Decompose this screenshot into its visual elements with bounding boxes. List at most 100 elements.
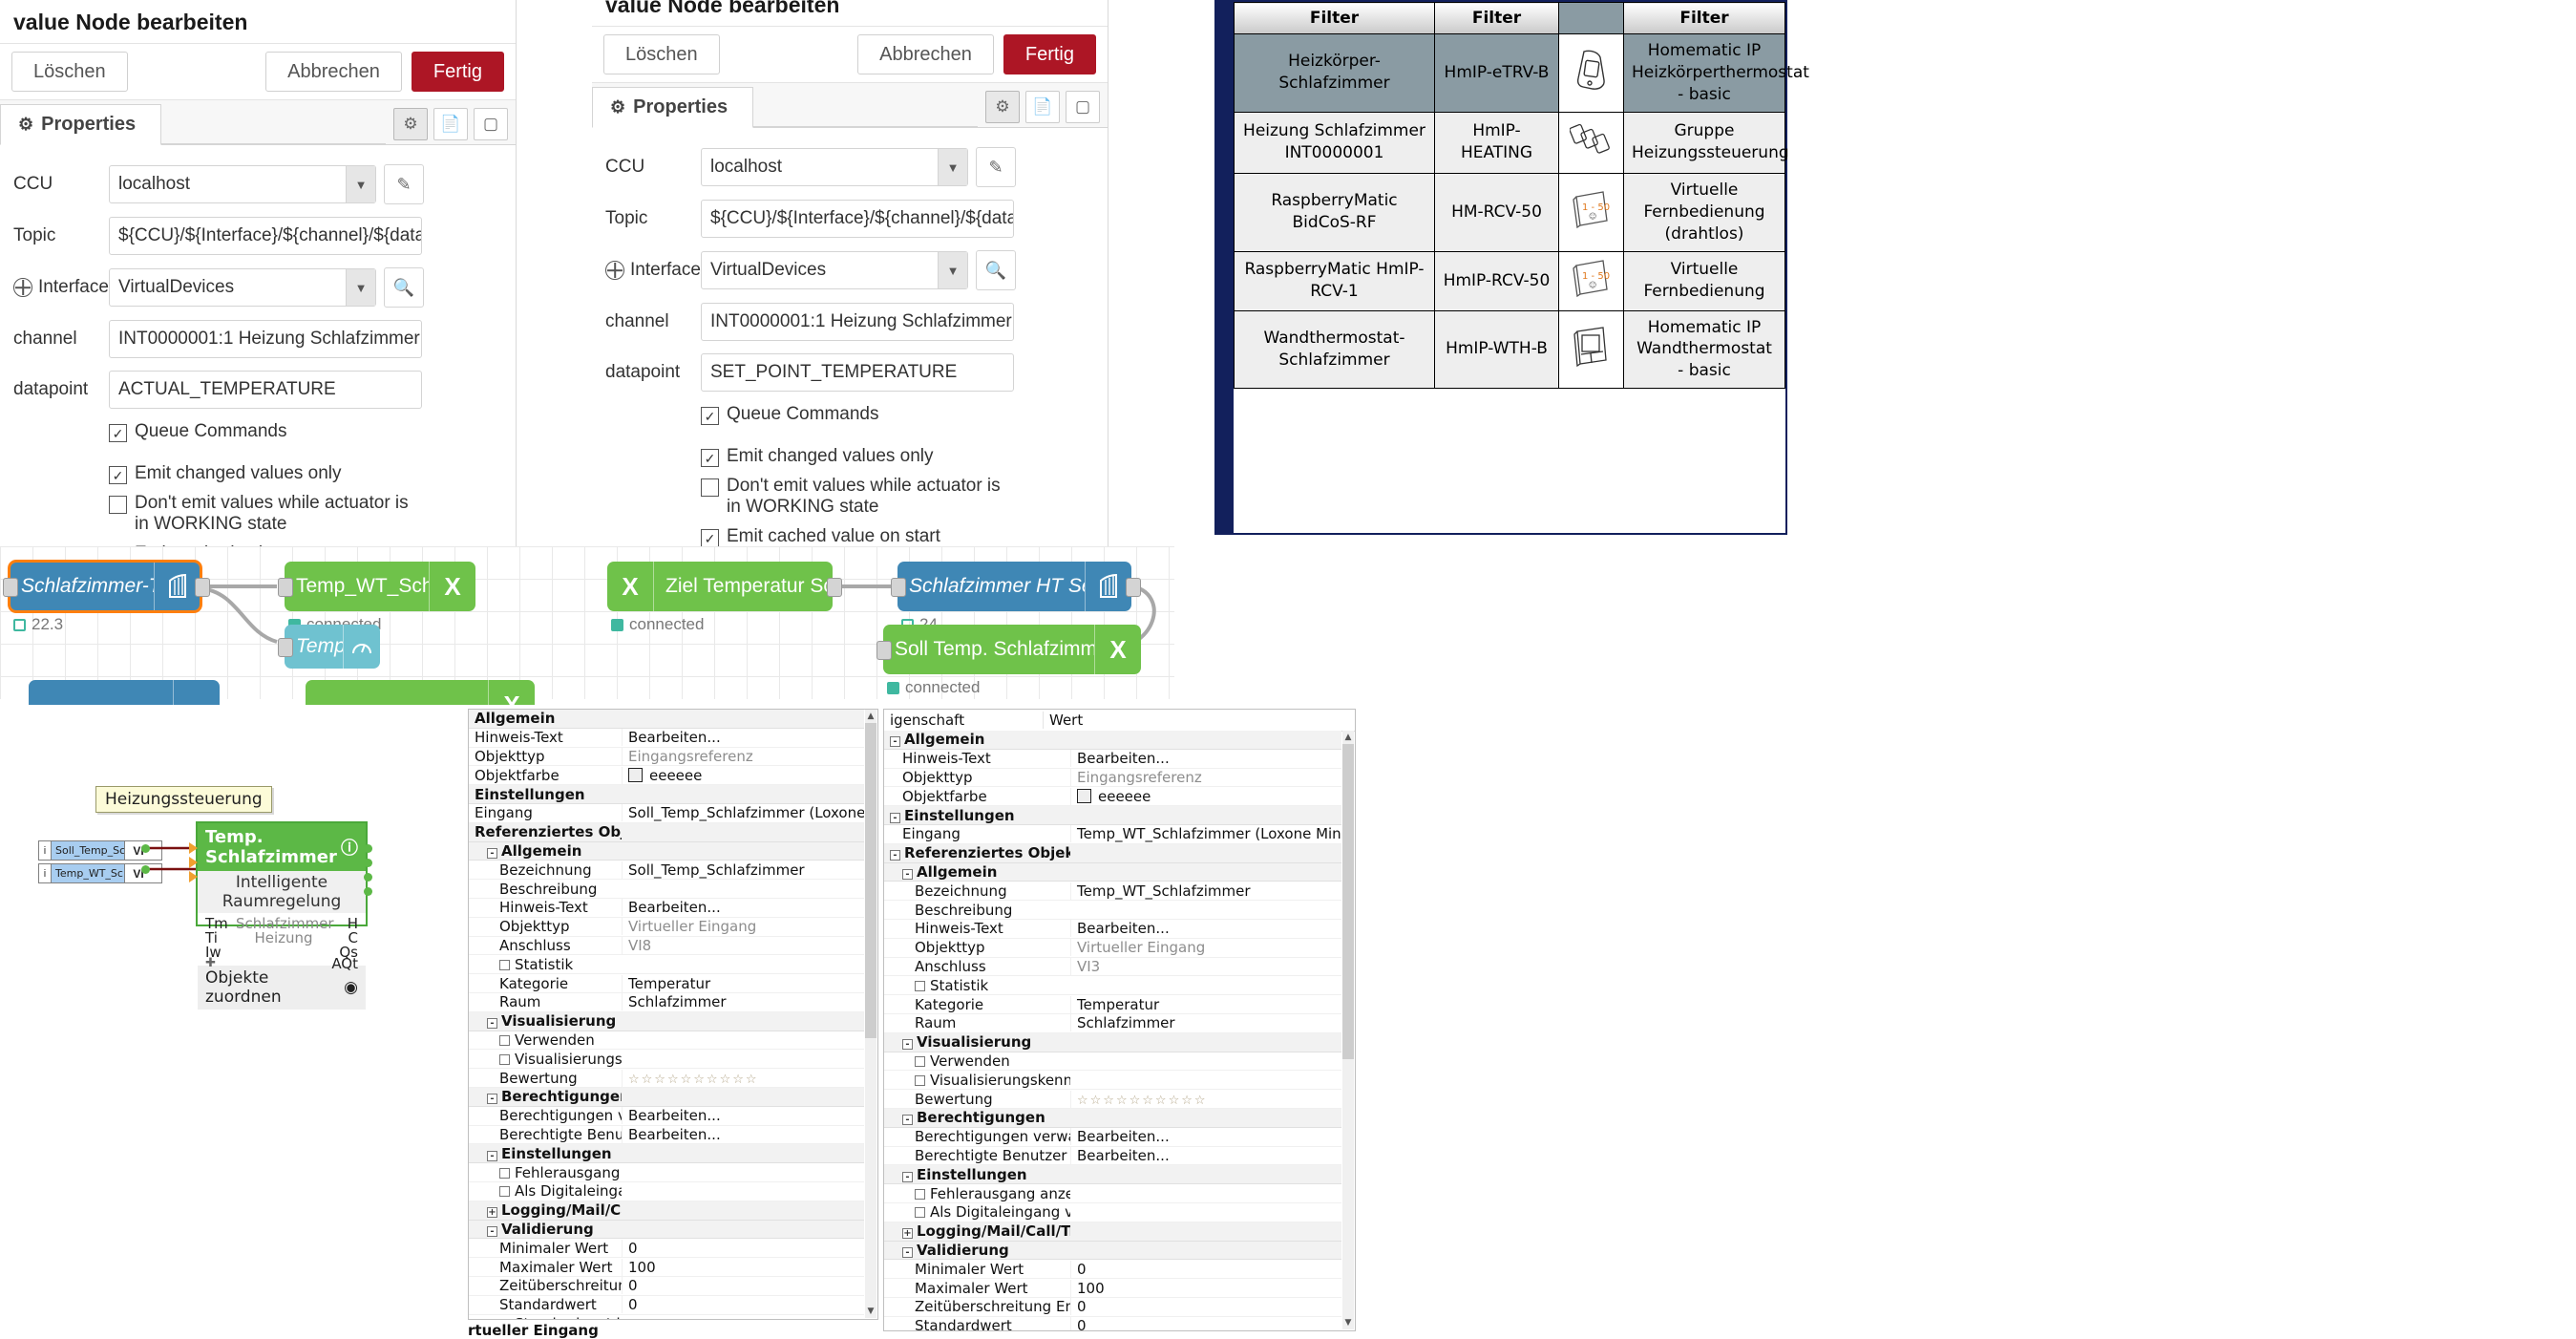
- appearance-icon[interactable]: ▢: [1066, 91, 1100, 123]
- color-swatch[interactable]: [1077, 788, 1091, 803]
- property-group-row[interactable]: Allgemein: [469, 710, 864, 729]
- collapse-icon[interactable]: -: [890, 736, 900, 748]
- property-row[interactable]: Maximaler Wert 100: [469, 1258, 864, 1277]
- property-group-row[interactable]: - Referenziertes Objekt: [884, 843, 1341, 863]
- node-input-port[interactable]: [3, 578, 18, 597]
- checkbox-dont-emit-working[interactable]: Don't emit values while actuator is in W…: [701, 476, 1006, 518]
- rating-stars[interactable]: ☆☆☆☆☆☆☆☆☆☆: [1077, 1094, 1208, 1108]
- edit-ccu-button[interactable]: ✎: [976, 147, 1016, 187]
- checkbox-icon[interactable]: [915, 980, 925, 991]
- checkbox-icon[interactable]: [915, 1207, 925, 1219]
- edit-ccu-button[interactable]: ✎: [384, 164, 424, 204]
- property-row[interactable]: Raum Schlafzimmer: [884, 1014, 1341, 1033]
- collapse-icon[interactable]: -: [487, 847, 497, 859]
- property-row[interactable]: Minimaler Wert 0: [469, 1239, 864, 1259]
- property-group-row[interactable]: - Visualisierung: [469, 1011, 864, 1031]
- flow-node-ziel-temperatur-schlafzimmer[interactable]: X Ziel Temperatur Schlafzimmer: [607, 562, 833, 611]
- topic-input[interactable]: ${CCU}/${Interface}/${channel}/${datapoi…: [701, 200, 1014, 238]
- property-group-row[interactable]: - Validierung: [469, 1220, 864, 1240]
- flow-node-clipped-blue[interactable]: [29, 680, 220, 705]
- checkbox-icon[interactable]: [499, 959, 510, 970]
- collapse-icon[interactable]: -: [902, 1246, 913, 1258]
- delete-button[interactable]: Löschen: [603, 34, 720, 74]
- property-row[interactable]: Objekttyp Virtueller Eingang: [884, 939, 1341, 958]
- property-row[interactable]: Als Digitaleingang verwenden: [884, 1203, 1341, 1222]
- property-grid-left[interactable]: Allgemein Hinweis-Text Bearbeiten... Objekt…: [468, 709, 878, 1320]
- filter-header-1[interactable]: Filter: [1434, 2, 1559, 34]
- ccu-select[interactable]: localhost ▼: [701, 148, 968, 186]
- checkbox-emit-changed[interactable]: ✓ Emit changed values only: [109, 463, 502, 484]
- property-row[interactable]: Bewertung ☆☆☆☆☆☆☆☆☆☆: [469, 1069, 864, 1088]
- property-group-row[interactable]: - Allgemein: [884, 862, 1341, 882]
- property-row[interactable]: Bezeichnung Temp_WT_Schlafzimmer: [884, 882, 1341, 902]
- property-row[interactable]: Objektfarbe eeeeee: [884, 787, 1341, 807]
- ccu-select[interactable]: localhost ▼: [109, 165, 376, 203]
- collapse-icon[interactable]: -: [902, 1115, 913, 1126]
- property-row[interactable]: Anschluss VI3: [884, 957, 1341, 977]
- property-row[interactable]: Maximaler Wert 100: [884, 1279, 1341, 1298]
- topic-input[interactable]: ${CCU}/${Interface}/${channel}/${datapoi…: [109, 217, 422, 255]
- property-row[interactable]: Bewertung ☆☆☆☆☆☆☆☆☆☆: [884, 1090, 1341, 1109]
- datapoint-input[interactable]: SET_POINT_TEMPERATURE: [701, 353, 1014, 392]
- interface-select[interactable]: VirtualDevices ▼: [701, 251, 968, 289]
- flow-canvas[interactable]: Schlafzimmer-Temperatur 22.3 Temp_WT_Sch…: [0, 546, 1174, 699]
- checkbox-queue-commands[interactable]: ✓ Queue Commands: [701, 404, 1094, 425]
- flow-node-schlafzimmer-ht-set-temp[interactable]: Schlafzimmer HT Set Temp: [897, 562, 1131, 611]
- property-row[interactable]: Berechtigte Benutzer / Gruppen Bearbeiten…: [884, 1146, 1341, 1166]
- property-group-row[interactable]: - Berechtigungen: [884, 1108, 1341, 1128]
- property-row[interactable]: Eingang Temp_WT_Schlafzimmer (Loxone Mini…: [884, 825, 1341, 844]
- property-group-row[interactable]: - Einstellungen: [884, 806, 1341, 825]
- property-row[interactable]: Statistik: [884, 976, 1341, 996]
- node-input-port[interactable]: [876, 641, 892, 660]
- property-row[interactable]: Eingang Soll_Temp_Schlafzimmer (Loxone...: [469, 804, 864, 823]
- loxone-function-block[interactable]: Temp. Schlafzimmer ⓘ Intelligente Raumre…: [196, 821, 368, 1010]
- checkbox-queue-commands[interactable]: ✓ Queue Commands: [109, 421, 502, 442]
- property-row[interactable]: Berechtigungen verwalten Bearbeiten...: [884, 1128, 1341, 1147]
- collapse-icon[interactable]: -: [890, 850, 900, 861]
- property-row[interactable]: Kategorie Temperatur: [884, 995, 1341, 1014]
- collapse-icon[interactable]: -: [487, 1018, 497, 1030]
- property-grid-right[interactable]: igenschaft Wert - Allgemein Hinweis-Text Be…: [883, 709, 1356, 1331]
- checkbox-dont-emit-working[interactable]: Don't emit values while actuator is in W…: [109, 493, 414, 535]
- settings-icon[interactable]: ⚙: [985, 91, 1020, 123]
- table-row[interactable]: Heizkörper-Schlafzimmer HmIP-eTRV-B Homema…: [1234, 33, 1809, 113]
- filter-header-3[interactable]: Filter: [1623, 2, 1785, 34]
- property-row[interactable]: Objektfarbe eeeeee: [469, 766, 864, 786]
- settings-icon[interactable]: ⚙: [393, 108, 428, 140]
- property-row[interactable]: Hinweis-Text Bearbeiten...: [469, 729, 864, 748]
- done-button[interactable]: Fertig: [411, 52, 504, 92]
- checkbox-icon[interactable]: [499, 1034, 510, 1046]
- property-row[interactable]: Beschreibung: [884, 901, 1341, 920]
- property-row[interactable]: Beschreibung: [469, 880, 864, 899]
- collapse-icon[interactable]: -: [902, 868, 913, 880]
- property-row[interactable]: Objekttyp Virtueller Eingang: [469, 918, 864, 937]
- property-row[interactable]: Verwenden: [884, 1052, 1341, 1072]
- node-input-port[interactable]: [278, 638, 293, 657]
- property-row[interactable]: Standardwert bei Start: [469, 1315, 864, 1319]
- table-row[interactable]: RaspberryMatic BidCoS-RF HM-RCV-50 1 - 50 ☺…: [1234, 172, 1785, 252]
- node-input-port[interactable]: [278, 578, 293, 597]
- node-output-port[interactable]: [195, 578, 210, 597]
- datapoint-input[interactable]: ACTUAL_TEMPERATURE: [109, 371, 422, 409]
- checkbox-icon[interactable]: [499, 1053, 510, 1065]
- done-button[interactable]: Fertig: [1003, 34, 1096, 74]
- property-group-row[interactable]: - Allgemein: [884, 731, 1341, 750]
- property-row[interactable]: Zeitüberschreitung Empfang 0: [884, 1298, 1341, 1317]
- filter-header-0[interactable]: Filter: [1234, 2, 1435, 34]
- checkbox-emit-changed[interactable]: ✓ Emit changed values only: [701, 446, 1094, 467]
- property-row[interactable]: Anschluss VI8: [469, 936, 864, 956]
- scroll-up-icon[interactable]: ▲: [865, 710, 876, 723]
- property-group-row[interactable]: - Einstellungen: [884, 1165, 1341, 1185]
- property-row[interactable]: Statistik: [469, 955, 864, 975]
- checkbox-icon[interactable]: [915, 1188, 925, 1200]
- property-row[interactable]: Verwenden: [469, 1031, 864, 1051]
- checkbox-icon[interactable]: [915, 1074, 925, 1086]
- expand-icon[interactable]: +: [902, 1228, 913, 1240]
- property-row[interactable]: Fehlerausgang anzeigen: [884, 1184, 1341, 1203]
- cancel-button[interactable]: Abbrechen: [857, 34, 994, 74]
- property-group-row[interactable]: + Logging/Mail/Call/Track: [469, 1201, 864, 1221]
- tab-properties[interactable]: ⚙ Properties: [592, 87, 754, 128]
- collapse-icon[interactable]: -: [902, 1171, 913, 1182]
- scrollbar-thumb[interactable]: [865, 723, 876, 1038]
- description-icon[interactable]: 📄: [433, 108, 468, 140]
